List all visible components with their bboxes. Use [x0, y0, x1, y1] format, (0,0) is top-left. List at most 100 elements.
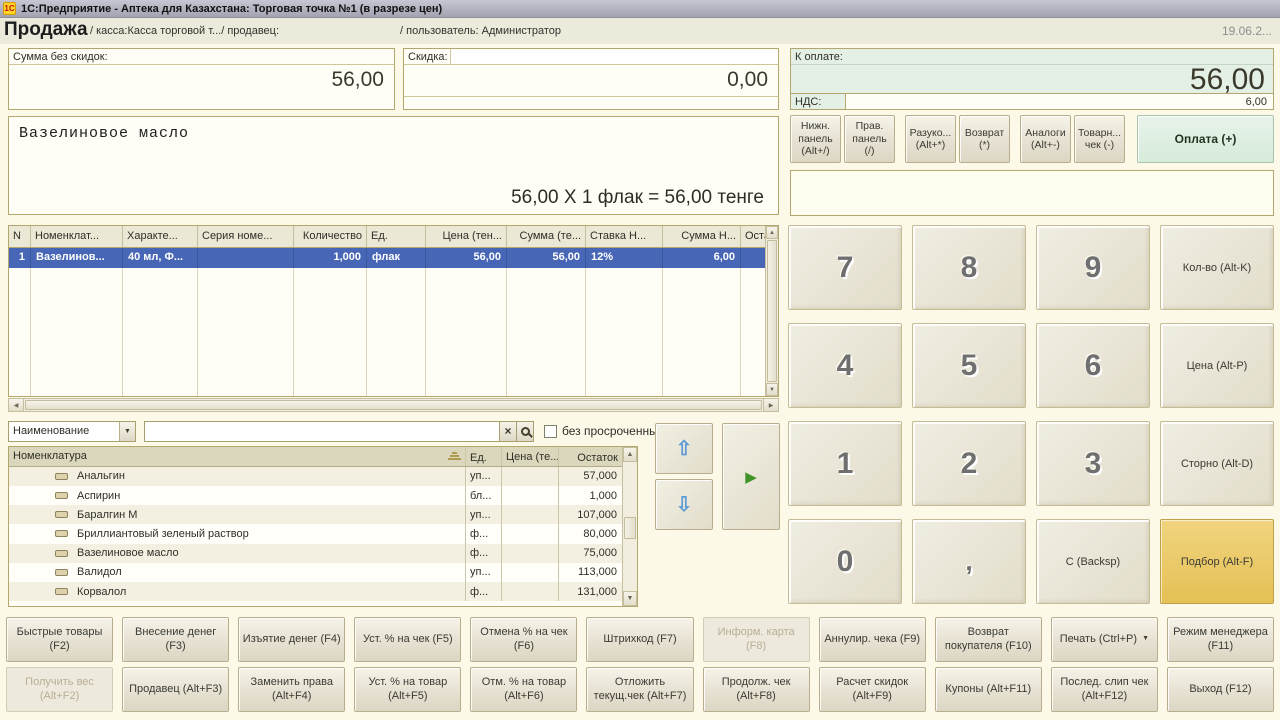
key-3[interactable]: 3: [1036, 421, 1150, 506]
list-item[interactable]: Анальгин уп... 57,000: [9, 467, 622, 486]
cell-series: [198, 248, 294, 268]
up-arrow-icon: ⇧: [676, 436, 693, 461]
price-button[interactable]: Цена (Alt-P): [1160, 323, 1274, 408]
list-item[interactable]: Аспирин бл... 1,000: [9, 486, 622, 505]
catalog-header: Номенклатура Ед. Цена (те... Остаток: [9, 447, 622, 467]
info-card-button: Информ. карта (F8): [703, 617, 810, 662]
goods-receipt-button[interactable]: Товарн... чек (-): [1074, 115, 1125, 163]
cancel-item-discount-button[interactable]: Отм. % на товар (Alt+F6): [470, 667, 577, 712]
item-rest: 1,000: [558, 486, 622, 505]
change-rights-button[interactable]: Заменить права (Alt+F4): [238, 667, 345, 712]
last-slip-button[interactable]: Послед. слип чек (Alt+F12): [1051, 667, 1158, 712]
podbor-button[interactable]: Подбор (Alt-F): [1160, 519, 1274, 604]
analogs-button[interactable]: Аналоги (Alt+-): [1020, 115, 1071, 163]
scroll-down-icon[interactable]: ▼: [766, 383, 778, 396]
return-button[interactable]: Возврат (*): [959, 115, 1010, 163]
move-down-button[interactable]: ⇩: [655, 479, 713, 530]
search-icon: [521, 427, 530, 436]
cell-vat-rate: 12%: [586, 248, 663, 268]
key-1[interactable]: 1: [788, 421, 902, 506]
item-rest: 113,000: [558, 563, 622, 582]
list-item[interactable]: Вазелиновое масло ф... 75,000: [9, 544, 622, 563]
product-display: Вазелиновое масло 56,00 Х 1 флак = 56,00…: [8, 116, 779, 215]
deposit-money-button[interactable]: Внесение денег (F3): [122, 617, 229, 662]
exit-button[interactable]: Выход (F12): [1167, 667, 1274, 712]
scroll-down-icon[interactable]: ▼: [623, 591, 637, 606]
list-item[interactable]: Корвалол ф... 131,000: [9, 582, 622, 601]
right-panel-button[interactable]: Прав. панель (/): [844, 115, 895, 163]
receipt-horizontal-scrollbar[interactable]: ◀ ▶: [8, 398, 779, 412]
scroll-right-icon[interactable]: ▶: [763, 399, 778, 411]
catalog-scroll-thumb[interactable]: [624, 517, 636, 539]
catalog-vertical-scrollbar[interactable]: ▲ ▼: [622, 447, 637, 606]
key-7[interactable]: 7: [788, 225, 902, 310]
list-item[interactable]: Баралгин М уп... 107,000: [9, 505, 622, 524]
withdraw-money-button[interactable]: Изъятие денег (F4): [238, 617, 345, 662]
app-header: Продажа / касса:Касса торговой т.../ про…: [0, 18, 1280, 44]
cell-n: 1: [9, 248, 31, 268]
bottom-panel-button[interactable]: Нижн. панель (Alt+/): [790, 115, 841, 163]
scroll-up-icon[interactable]: ▲: [623, 447, 637, 462]
hold-check-button[interactable]: Отложить текущ.чек (Alt+F7): [586, 667, 693, 712]
search-input[interactable]: [144, 421, 500, 442]
window-title: 1С:Предприятие - Аптека для Казахстана: …: [21, 3, 442, 15]
sum-without-discount-box: Сумма без скидок: 56,00: [8, 48, 395, 110]
catalog-col-unit[interactable]: Ед.: [465, 447, 501, 466]
print-button[interactable]: Печать (Ctrl+P) ▼: [1051, 617, 1158, 662]
scroll-left-icon[interactable]: ◀: [9, 399, 24, 411]
coupons-button[interactable]: Купоны (Alt+F11): [935, 667, 1042, 712]
annul-check-button[interactable]: Аннулир. чека (F9): [819, 617, 926, 662]
print-button-label: Печать (Ctrl+P): [1060, 633, 1137, 646]
catalog-col-rest[interactable]: Остаток: [558, 447, 622, 466]
search-button[interactable]: [517, 421, 534, 442]
set-item-discount-button[interactable]: Уст. % на товар (Alt+F5): [354, 667, 461, 712]
manager-mode-button[interactable]: Режим менеджера (F11): [1167, 617, 1274, 662]
seller-button[interactable]: Продавец (Alt+F3): [122, 667, 229, 712]
move-up-button[interactable]: ⇧: [655, 423, 713, 474]
chevron-down-icon[interactable]: ▼: [119, 422, 135, 441]
key-6[interactable]: 6: [1036, 323, 1150, 408]
set-check-discount-button[interactable]: Уст. % на чек (F5): [354, 617, 461, 662]
fast-goods-button[interactable]: Быстрые товары (F2): [6, 617, 113, 662]
item-icon: [55, 550, 68, 557]
key-4[interactable]: 4: [788, 323, 902, 408]
sort-icon: [448, 452, 461, 461]
receipt-table: N Номенклат... Характе... Серия номе... …: [8, 225, 779, 397]
barcode-button[interactable]: Штрихкод (F7): [586, 617, 693, 662]
cancel-check-discount-button[interactable]: Отмена % на чек (F6): [470, 617, 577, 662]
expired-checkbox-label: без просроченных: [562, 424, 664, 438]
receipt-scroll-thumb[interactable]: [767, 240, 777, 382]
sum-without-discount-value: 56,00: [9, 65, 394, 92]
backspace-button[interactable]: С (Backsp): [1036, 519, 1150, 604]
item-name: Бриллиантовый зеленый раствор: [77, 528, 249, 540]
quantity-button[interactable]: Кол-во (Alt-K): [1160, 225, 1274, 310]
catalog-col-name[interactable]: Номенклатура: [9, 447, 465, 466]
comma-key[interactable]: ,: [912, 519, 1026, 604]
hscroll-thumb[interactable]: [25, 400, 762, 410]
payment-button[interactable]: Оплата (+): [1137, 115, 1274, 163]
catalog-col-price[interactable]: Цена (те...: [501, 447, 558, 466]
item-name: Валидол: [77, 566, 122, 578]
customer-return-button[interactable]: Возврат покупателя (F10): [935, 617, 1042, 662]
key-8[interactable]: 8: [912, 225, 1026, 310]
add-to-receipt-button[interactable]: ▶: [722, 423, 780, 530]
key-2[interactable]: 2: [912, 421, 1026, 506]
item-price: [501, 582, 558, 601]
unpack-button[interactable]: Разуко... (Alt+*): [905, 115, 956, 163]
receipt-vertical-scrollbar[interactable]: ▲ ▼: [765, 226, 778, 396]
expired-checkbox[interactable]: [544, 425, 557, 438]
list-item[interactable]: Бриллиантовый зеленый раствор ф... 80,00…: [9, 524, 622, 543]
key-9[interactable]: 9: [1036, 225, 1150, 310]
list-item[interactable]: Валидол уп... 113,000: [9, 563, 622, 582]
clear-search-button[interactable]: ×: [500, 421, 517, 442]
continue-check-button[interactable]: Продолж. чек (Alt+F8): [703, 667, 810, 712]
search-field-selector[interactable]: Наименование ▼: [8, 421, 136, 442]
sum-without-discount-label: Сумма без скидок:: [9, 49, 394, 65]
scroll-up-icon[interactable]: ▲: [766, 226, 778, 239]
receipt-row-selected[interactable]: 1 Вазелинов... 40 мл, Ф... 1,000 флак 56…: [9, 248, 778, 268]
key-5[interactable]: 5: [912, 323, 1026, 408]
storno-button[interactable]: Сторно (Alt-D): [1160, 421, 1274, 506]
key-0[interactable]: 0: [788, 519, 902, 604]
calc-discounts-button[interactable]: Расчет скидок (Alt+F9): [819, 667, 926, 712]
col-quantity: Количество: [294, 226, 367, 247]
